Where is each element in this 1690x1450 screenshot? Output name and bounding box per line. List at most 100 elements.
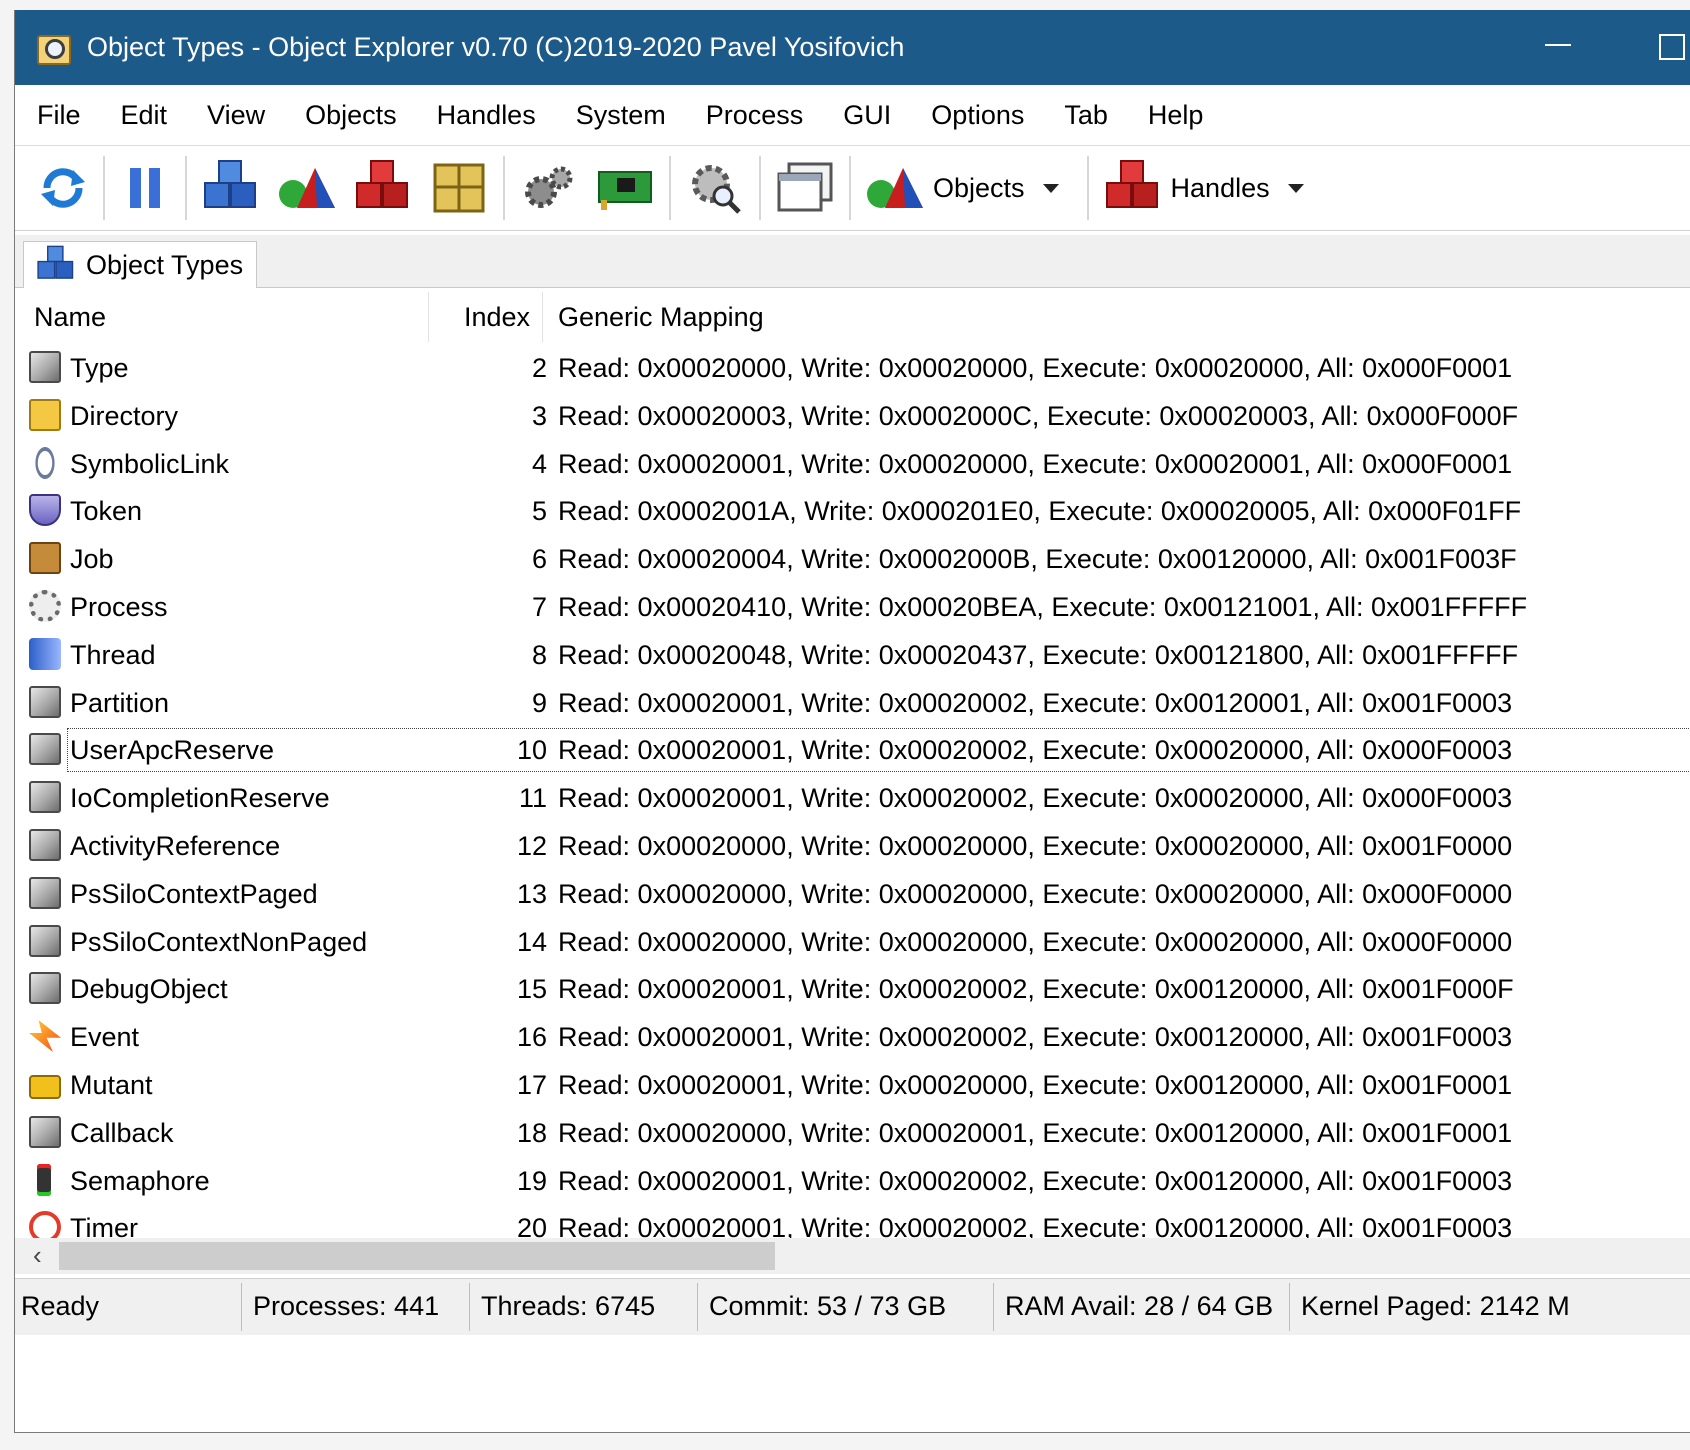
row-index: 7 xyxy=(531,591,547,622)
row-generic-mapping: Read: 0x00020000, Write: 0x00020001, Exe… xyxy=(558,1117,1513,1148)
row-generic-mapping: Read: 0x00020048, Write: 0x00020437, Exe… xyxy=(558,639,1519,670)
title-bar[interactable]: Object Types - Object Explorer v0.70 (C)… xyxy=(15,10,1690,85)
table-row[interactable]: IoCompletionReserve 11 Read: 0x00020001, W… xyxy=(15,774,1690,822)
briefcase-icon xyxy=(29,542,61,575)
row-name: ActivityReference xyxy=(70,830,281,861)
table-row[interactable]: Mutant 17 Read: 0x00020001, Write: 0x00020… xyxy=(15,1061,1690,1109)
circuit-board-icon xyxy=(598,171,652,210)
toolbar-separator xyxy=(1086,156,1089,220)
menu-file[interactable]: File xyxy=(19,100,99,131)
row-generic-mapping: Read: 0x00020001, Write: 0x00020000, Exe… xyxy=(558,448,1513,479)
column-header-name[interactable]: Name xyxy=(34,302,106,333)
column-header-row: Name Index Generic Mapping xyxy=(15,288,1690,344)
gear-icon xyxy=(29,589,61,622)
column-header-index[interactable]: Index xyxy=(464,302,530,333)
table-row[interactable]: Token 5 Read: 0x0002001A, Write: 0x000201E… xyxy=(15,487,1690,535)
row-name: Process xyxy=(70,591,168,622)
row-index: 13 xyxy=(516,878,547,909)
objects-dropdown-button[interactable]: Objects xyxy=(857,156,1081,220)
table-row[interactable]: Type 2 Read: 0x00020000, Write: 0x00020000… xyxy=(15,344,1690,392)
scrollbar-thumb[interactable] xyxy=(59,1242,775,1270)
menu-gui[interactable]: GUI xyxy=(825,100,909,131)
refresh-button[interactable] xyxy=(29,156,97,220)
status-divider xyxy=(1289,1283,1290,1331)
boxes-button[interactable] xyxy=(421,156,497,220)
menu-handles[interactable]: Handles xyxy=(419,100,554,131)
table-row[interactable]: Thread 8 Read: 0x00020048, Write: 0x000204… xyxy=(15,631,1690,679)
row-generic-mapping: Read: 0x00020001, Write: 0x00020002, Exe… xyxy=(558,1165,1513,1196)
table-row[interactable]: Process 7 Read: 0x00020410, Write: 0x00020… xyxy=(15,583,1690,631)
tab-label: Object Types xyxy=(86,249,244,280)
menu-view[interactable]: View xyxy=(189,100,283,131)
magnifier-icon xyxy=(35,31,71,65)
pause-icon xyxy=(130,168,160,208)
row-name: Semaphore xyxy=(70,1165,210,1196)
menu-objects[interactable]: Objects xyxy=(287,100,415,131)
object-types-button[interactable] xyxy=(193,156,269,220)
table-row[interactable]: UserApcReserve 10 Read: 0x00020001, Write:… xyxy=(15,726,1690,774)
maximize-button[interactable] xyxy=(1659,34,1685,60)
row-name: IoCompletionReserve xyxy=(70,783,330,814)
table-row[interactable]: Event 16 Read: 0x00020001, Write: 0x000200… xyxy=(15,1013,1690,1061)
table-row[interactable]: Job 6 Read: 0x00020004, Write: 0x0002000B,… xyxy=(15,535,1690,583)
table-row[interactable]: Directory 3 Read: 0x00020003, Write: 0x000… xyxy=(15,392,1690,440)
row-index: 19 xyxy=(516,1165,547,1196)
shapes-icon xyxy=(867,168,923,208)
row-name: Partition xyxy=(70,687,170,718)
windows-icon xyxy=(777,162,833,212)
table-row[interactable]: PsSiloContextPaged 13 Read: 0x00020000, Wr… xyxy=(15,870,1690,918)
row-index: 18 xyxy=(516,1117,547,1148)
column-header-mapping[interactable]: Generic Mapping xyxy=(558,302,764,333)
pause-button[interactable] xyxy=(111,156,179,220)
objects-dropdown-label: Objects xyxy=(933,172,1025,203)
row-index: 14 xyxy=(516,926,547,957)
menu-system[interactable]: System xyxy=(558,100,684,131)
drivers-button[interactable] xyxy=(587,156,663,220)
table-row[interactable]: Callback 18 Read: 0x00020000, Write: 0x000… xyxy=(15,1109,1690,1157)
window-title: Object Types - Object Explorer v0.70 (C)… xyxy=(87,32,905,62)
menu-edit[interactable]: Edit xyxy=(103,100,186,131)
table-row[interactable]: ActivityReference 12 Read: 0x00020000, Wri… xyxy=(15,822,1690,870)
table-row[interactable]: PsSiloContextNonPaged 14 Read: 0x00020000,… xyxy=(15,918,1690,966)
tab-strip: Object Types xyxy=(15,235,1690,288)
row-index: 4 xyxy=(531,448,547,479)
menu-tab[interactable]: Tab xyxy=(1046,100,1126,131)
horizontal-scrollbar[interactable]: ‹ xyxy=(15,1238,1690,1274)
table-row[interactable]: DebugObject 15 Read: 0x00020001, Write: 0x… xyxy=(15,965,1690,1013)
focus-rectangle xyxy=(67,728,1690,773)
chevron-down-icon xyxy=(1287,183,1304,193)
toolbar-separator xyxy=(185,156,187,220)
table-row[interactable]: SymbolicLink 4 Read: 0x00020001, Write: 0x… xyxy=(15,440,1690,488)
row-name: Event xyxy=(70,1022,140,1053)
chevron-down-icon xyxy=(1042,183,1059,193)
row-index: 9 xyxy=(531,687,547,718)
row-generic-mapping: Read: 0x00020001, Write: 0x00020002, Exe… xyxy=(558,783,1513,814)
windows-button[interactable] xyxy=(767,156,843,220)
menu-process[interactable]: Process xyxy=(688,100,822,131)
minimize-button[interactable] xyxy=(1545,44,1571,46)
tab-object-types[interactable]: Object Types xyxy=(23,241,257,288)
status-bar: Ready Processes: 441 Threads: 6745 Commi… xyxy=(15,1278,1690,1335)
scroll-left-icon[interactable]: ‹ xyxy=(33,1240,42,1271)
find-handles-button[interactable] xyxy=(677,156,753,220)
row-name: Job xyxy=(70,544,114,575)
row-index: 3 xyxy=(531,400,547,431)
refresh-icon xyxy=(41,168,85,208)
menu-help[interactable]: Help xyxy=(1130,100,1222,131)
table-row[interactable]: Semaphore 19 Read: 0x00020001, Write: 0x00… xyxy=(15,1157,1690,1205)
services-button[interactable] xyxy=(511,156,587,220)
row-name: Token xyxy=(70,496,143,527)
row-index: 16 xyxy=(516,1022,547,1053)
column-divider[interactable] xyxy=(542,292,543,342)
boxes-icon xyxy=(433,163,485,213)
handles-dropdown-label: Handles xyxy=(1170,172,1270,203)
handles-button[interactable] xyxy=(345,156,421,220)
object-types-list[interactable]: Name Index Generic Mapping Type 2 Read: 0x… xyxy=(15,288,1690,1248)
status-kernel-paged: Kernel Paged: 2142 M xyxy=(1301,1291,1570,1321)
handles-dropdown-button[interactable]: Handles xyxy=(1095,156,1326,220)
cube-icon xyxy=(29,685,61,718)
menu-options[interactable]: Options xyxy=(913,100,1042,131)
table-row[interactable]: Partition 9 Read: 0x00020001, Write: 0x000… xyxy=(15,679,1690,727)
objects-shapes-button[interactable] xyxy=(269,156,345,220)
column-divider[interactable] xyxy=(428,292,429,342)
